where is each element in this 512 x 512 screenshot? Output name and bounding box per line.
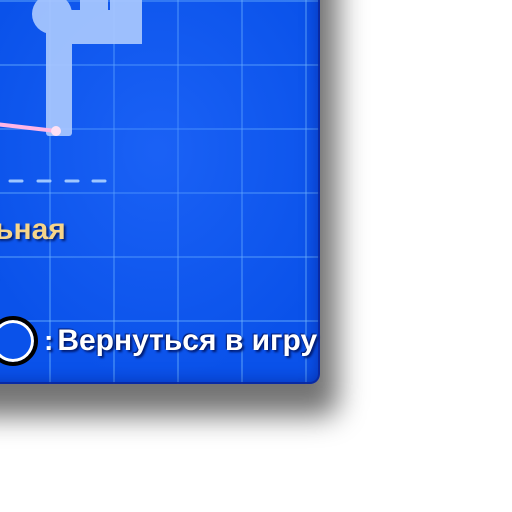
map-layer [0, 0, 142, 183]
map-area-caption: льная дь [0, 208, 66, 296]
map-room-icon [32, 0, 142, 136]
resume-game-label: Вернуться в игру [57, 324, 318, 357]
hint-separator: : [44, 325, 54, 356]
map-area-caption-line-2: дь [0, 252, 66, 296]
controller-button-icon [0, 316, 38, 366]
resume-game-hint[interactable]: : Вернуться в игру [0, 312, 317, 370]
map-area-caption-line-1: льная [0, 213, 66, 246]
player-position-marker [51, 126, 61, 136]
pause-map-screen: льная дь : Вернуться в игру [0, 0, 512, 512]
